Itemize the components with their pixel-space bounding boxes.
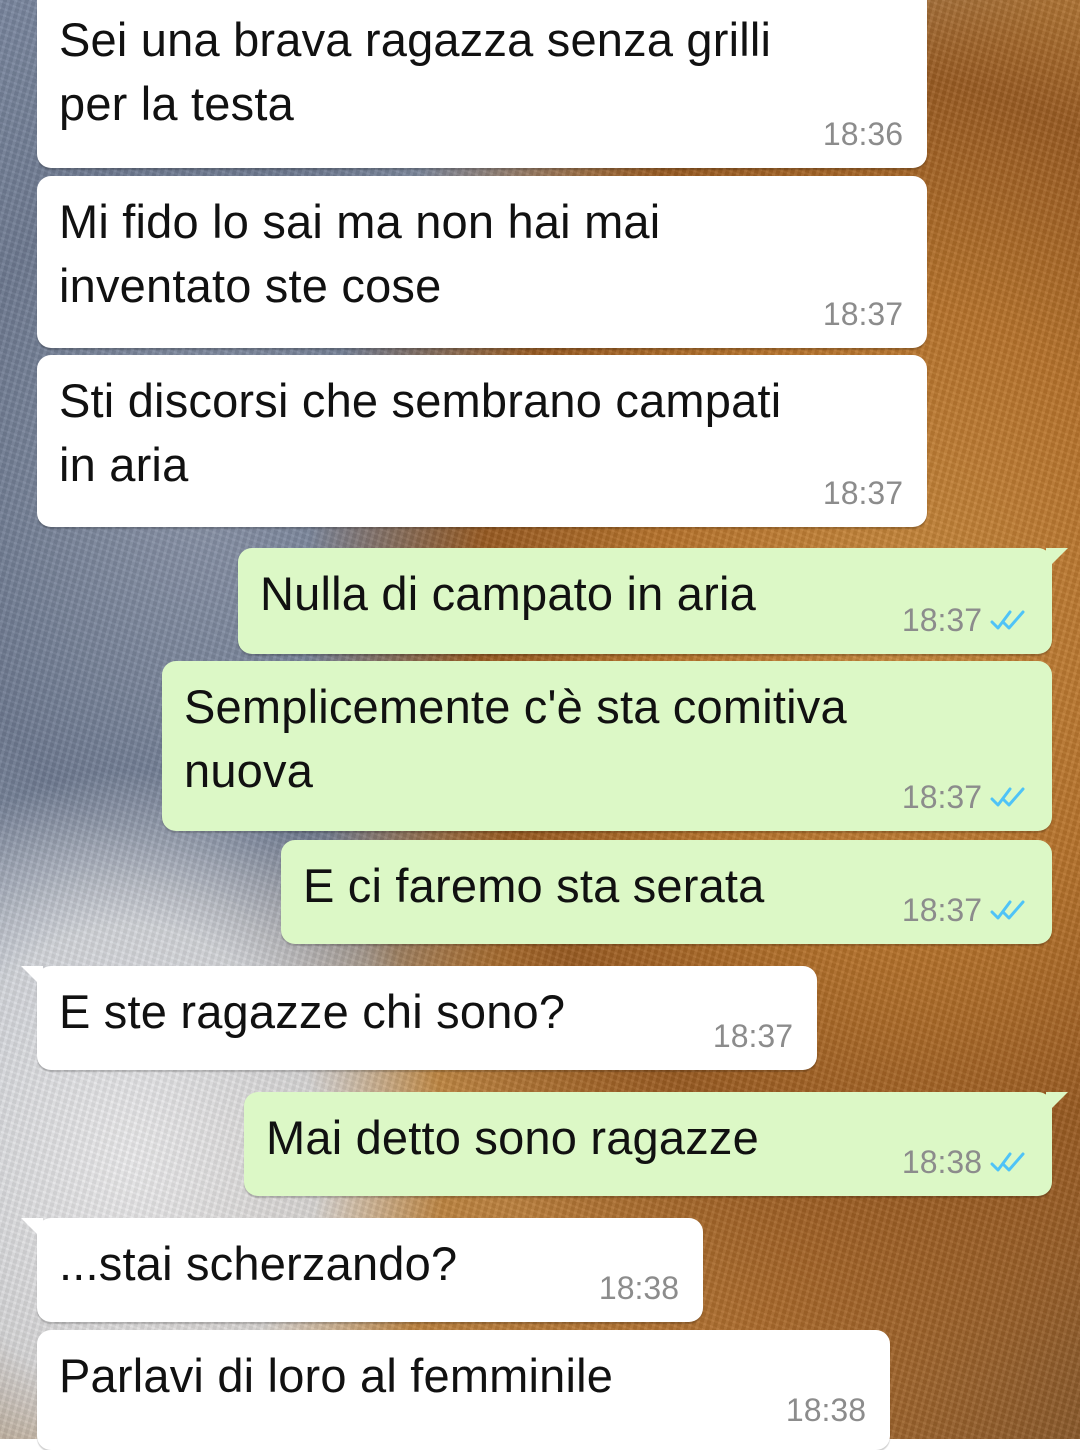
message-text: Sti discorsi che sembrano campati in ari…: [59, 374, 782, 491]
double-check-icon: [990, 1152, 1025, 1172]
message-text: E ci faremo sta serata: [303, 859, 765, 912]
message-time: 18:36: [822, 116, 903, 152]
message-time: 18:37: [901, 892, 982, 928]
message-outgoing[interactable]: Semplicemente c'è sta comitiva nuova 18:…: [162, 661, 1052, 831]
message-meta: 18:36: [823, 116, 903, 152]
message-time: 18:38: [901, 1144, 982, 1180]
message-meta: 18:37: [713, 1018, 793, 1054]
message-incoming[interactable]: Parlavi di loro al femminile 18:38: [37, 1330, 890, 1450]
message-outgoing[interactable]: E ci faremo sta serata 18:37: [281, 840, 1052, 944]
message-text: Mi fido lo sai ma non hai mai inventato …: [59, 195, 661, 312]
message-meta: 18:37: [823, 475, 903, 511]
message-time: 18:38: [785, 1392, 866, 1428]
message-incoming[interactable]: E ste ragazze chi sono? 18:37: [21, 966, 817, 1070]
message-text: Nulla di campato in aria: [260, 567, 756, 620]
message-text: Mai detto sono ragazze: [266, 1111, 759, 1164]
double-check-icon: [990, 610, 1025, 630]
message-meta: 18:38: [902, 1144, 1028, 1180]
message-meta: 18:37: [902, 602, 1028, 638]
double-check-icon: [990, 787, 1025, 807]
message-text: ...stai scherzando?: [59, 1237, 458, 1290]
message-time: 18:37: [712, 1018, 793, 1054]
message-time: 18:37: [822, 475, 903, 511]
message-outgoing[interactable]: Nulla di campato in aria 18:37: [238, 548, 1068, 654]
message-incoming[interactable]: Sei una brava ragazza senza grilli per l…: [37, 0, 927, 168]
message-meta: 18:37: [902, 779, 1028, 815]
message-meta: 18:37: [823, 296, 903, 332]
message-text: Semplicemente c'è sta comitiva nuova: [184, 680, 847, 797]
message-outgoing[interactable]: Mai detto sono ragazze 18:38: [244, 1092, 1068, 1196]
message-text: Sei una brava ragazza senza grilli per l…: [59, 13, 772, 130]
double-check-icon: [990, 900, 1025, 920]
message-incoming[interactable]: Sti discorsi che sembrano campati in ari…: [37, 355, 927, 527]
message-time: 18:37: [822, 296, 903, 332]
message-text: E ste ragazze chi sono?: [59, 985, 566, 1038]
message-meta: 18:37: [902, 892, 1028, 928]
message-time: 18:37: [901, 779, 982, 815]
message-incoming[interactable]: ...stai scherzando? 18:38: [21, 1218, 703, 1322]
message-time: 18:37: [901, 602, 982, 638]
message-incoming[interactable]: Mi fido lo sai ma non hai mai inventato …: [37, 176, 927, 348]
message-meta: 18:38: [786, 1392, 866, 1428]
message-meta: 18:38: [599, 1270, 679, 1306]
message-text: Parlavi di loro al femminile: [59, 1349, 614, 1402]
message-time: 18:38: [598, 1270, 679, 1306]
